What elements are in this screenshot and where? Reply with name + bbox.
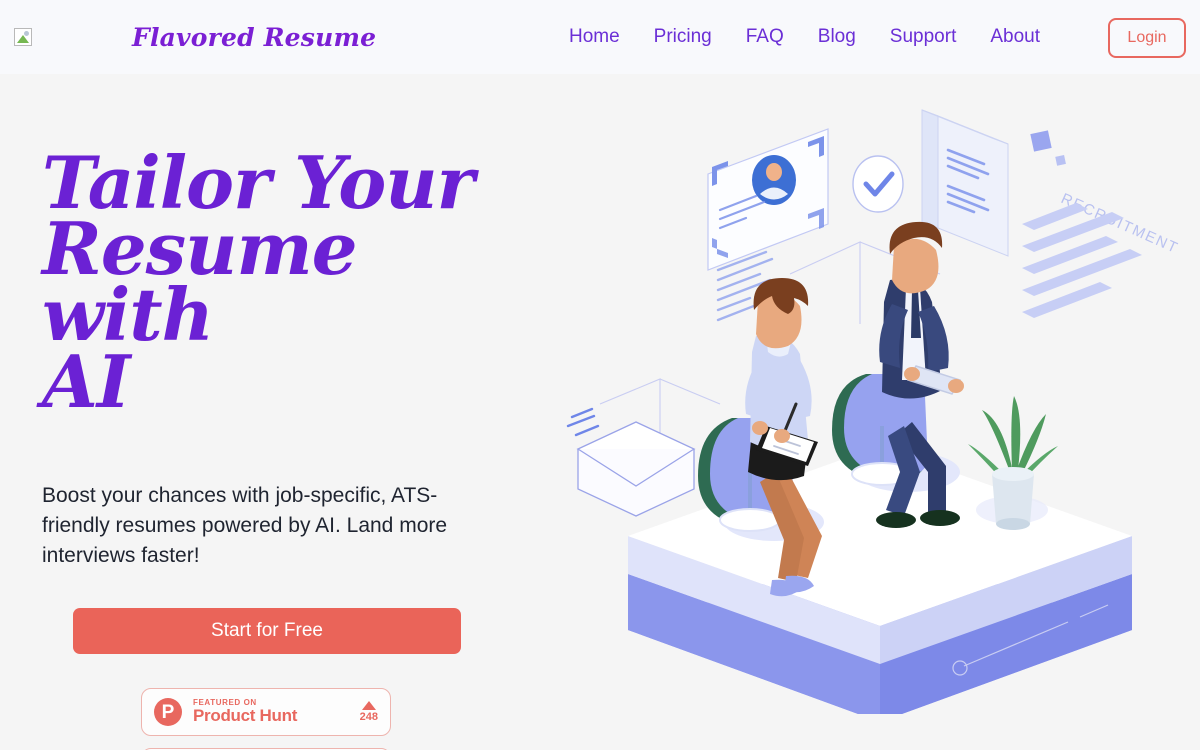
decor-square-large [1030, 130, 1052, 152]
plant [968, 396, 1058, 530]
brand-name: Flavored Resume [132, 22, 377, 52]
recruitment-interview-isometric-illustration: RECRUITMENT [560, 74, 1200, 714]
site-header: Flavored Resume Home Pricing FAQ Blog Su… [0, 0, 1200, 74]
product-hunt-name: Product Hunt [193, 706, 298, 726]
nav-item-pricing[interactable]: Pricing [654, 26, 712, 48]
headline-line-3: AI [42, 338, 131, 424]
hero-copy: Tailor Your Resume with AI Boost your ch… [42, 146, 512, 750]
headline-line-2: Resume with [42, 206, 358, 358]
nav-item-faq[interactable]: FAQ [746, 26, 784, 48]
product-hunt-text: FEATURED ON Product Hunt [193, 698, 354, 726]
product-hunt-upvote-count: 248 [359, 711, 378, 724]
product-hunt-upvote[interactable]: 248 [360, 701, 378, 723]
upvote-triangle-icon [361, 701, 376, 711]
hero-section: RECRUITMENT Tailor Your Resume with AI B… [0, 74, 1200, 750]
nav-item-about[interactable]: About [990, 26, 1040, 48]
product-hunt-badge[interactable]: P FEATURED ON Product Hunt 248 [141, 688, 391, 737]
nav-item-support[interactable]: Support [890, 26, 957, 48]
product-hunt-icon: P [154, 698, 182, 727]
product-hunt-p-glyph: P [161, 701, 175, 723]
nav-item-blog[interactable]: Blog [818, 26, 856, 48]
hero-subheading: Boost your chances with job-specific, AT… [42, 483, 448, 567]
main-nav: Home Pricing FAQ Blog Support About [569, 26, 1040, 48]
check-circle-icon [852, 155, 904, 213]
envelope-icon [566, 407, 696, 517]
logo-block[interactable]: Flavored Resume [14, 23, 376, 52]
start-for-free-button[interactable]: Start for Free [73, 608, 461, 655]
page-title: Tailor Your Resume with AI [42, 146, 512, 424]
nav-item-home[interactable]: Home [569, 26, 620, 48]
broken-image-icon [14, 28, 32, 46]
login-button[interactable]: Login [1108, 18, 1186, 58]
decor-square-small [1055, 155, 1066, 166]
